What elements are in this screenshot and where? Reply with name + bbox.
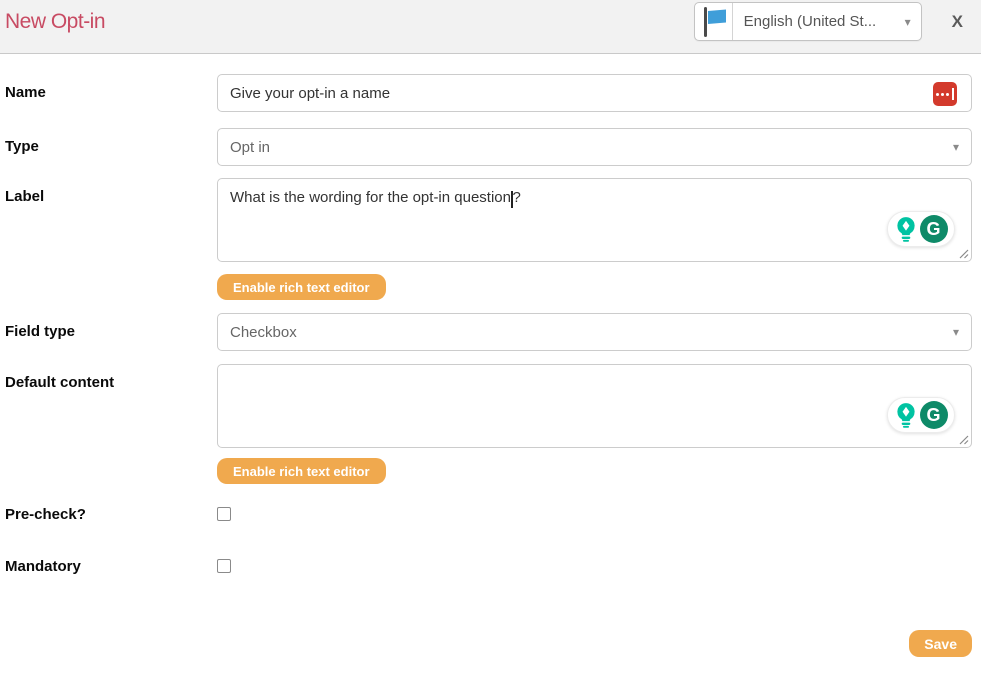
new-opt-in-modal: New Opt-in English (United St... ▾ X Nam… [0, 0, 981, 674]
form-row-pre-check: Pre-check? [5, 505, 972, 526]
header-right: English (United St... ▾ X [694, 2, 967, 41]
field-type-select-value: Checkbox [230, 324, 297, 341]
language-selector-value: English (United St... [733, 3, 905, 40]
grammarly-widget: G [887, 211, 955, 247]
type-label: Type [5, 128, 217, 155]
default-content-label: Default content [5, 364, 217, 391]
mandatory-checkbox[interactable] [217, 559, 231, 573]
close-button[interactable]: X [948, 10, 967, 34]
resize-handle-icon[interactable] [959, 249, 969, 259]
form-row-name: Name Give your opt-in a name [5, 74, 972, 112]
grammarly-widget: G [887, 397, 955, 433]
pre-check-checkbox[interactable] [217, 507, 231, 521]
form-row-label: Label What is the wording for the opt-in… [5, 178, 972, 300]
grammarly-suggestion-icon[interactable] [895, 402, 917, 428]
enable-rich-text-editor-button[interactable]: Enable rich text editor [217, 274, 386, 300]
language-flag-icon [695, 3, 733, 40]
mandatory-label: Mandatory [5, 557, 217, 575]
pre-check-label: Pre-check? [5, 505, 217, 523]
form-row-type: Type Opt in ▾ [5, 128, 972, 166]
type-select-value: Opt in [230, 139, 270, 156]
name-input-value: Give your opt-in a name [230, 85, 390, 102]
grammarly-suggestion-icon[interactable] [895, 216, 917, 242]
label-textarea-text: What is the wording for the opt-in quest… [230, 189, 521, 206]
resize-handle-icon[interactable] [959, 435, 969, 445]
grammarly-logo-icon[interactable]: G [920, 401, 948, 429]
name-label: Name [5, 74, 217, 101]
chevron-down-icon: ▾ [905, 3, 921, 40]
field-type-select[interactable]: Checkbox ▾ [217, 313, 972, 351]
field-type-label: Field type [5, 313, 217, 340]
form-row-field-type: Field type Checkbox ▾ [5, 313, 972, 351]
type-select[interactable]: Opt in ▾ [217, 128, 972, 166]
grammarly-logo-icon[interactable]: G [920, 215, 948, 243]
chevron-down-icon: ▾ [953, 314, 971, 350]
form-row-mandatory: Mandatory [5, 557, 972, 578]
label-textarea[interactable]: What is the wording for the opt-in quest… [217, 178, 972, 262]
password-manager-extension-icon[interactable] [933, 82, 957, 106]
form-row-default-content: Default content G [5, 364, 972, 484]
page-title: New Opt-in [5, 10, 105, 34]
chevron-down-icon: ▾ [953, 129, 971, 165]
label-field-label: Label [5, 178, 217, 205]
modal-header: New Opt-in English (United St... ▾ X [0, 0, 981, 54]
save-button[interactable]: Save [909, 630, 972, 657]
language-selector[interactable]: English (United St... ▾ [694, 2, 922, 41]
opt-in-form: Name Give your opt-in a name Type Opt in… [0, 54, 981, 674]
text-cursor [511, 191, 513, 208]
enable-rich-text-editor-button[interactable]: Enable rich text editor [217, 458, 386, 484]
name-input[interactable]: Give your opt-in a name [217, 74, 972, 112]
footer-actions: Save [5, 630, 972, 657]
default-content-textarea[interactable]: G [217, 364, 972, 448]
